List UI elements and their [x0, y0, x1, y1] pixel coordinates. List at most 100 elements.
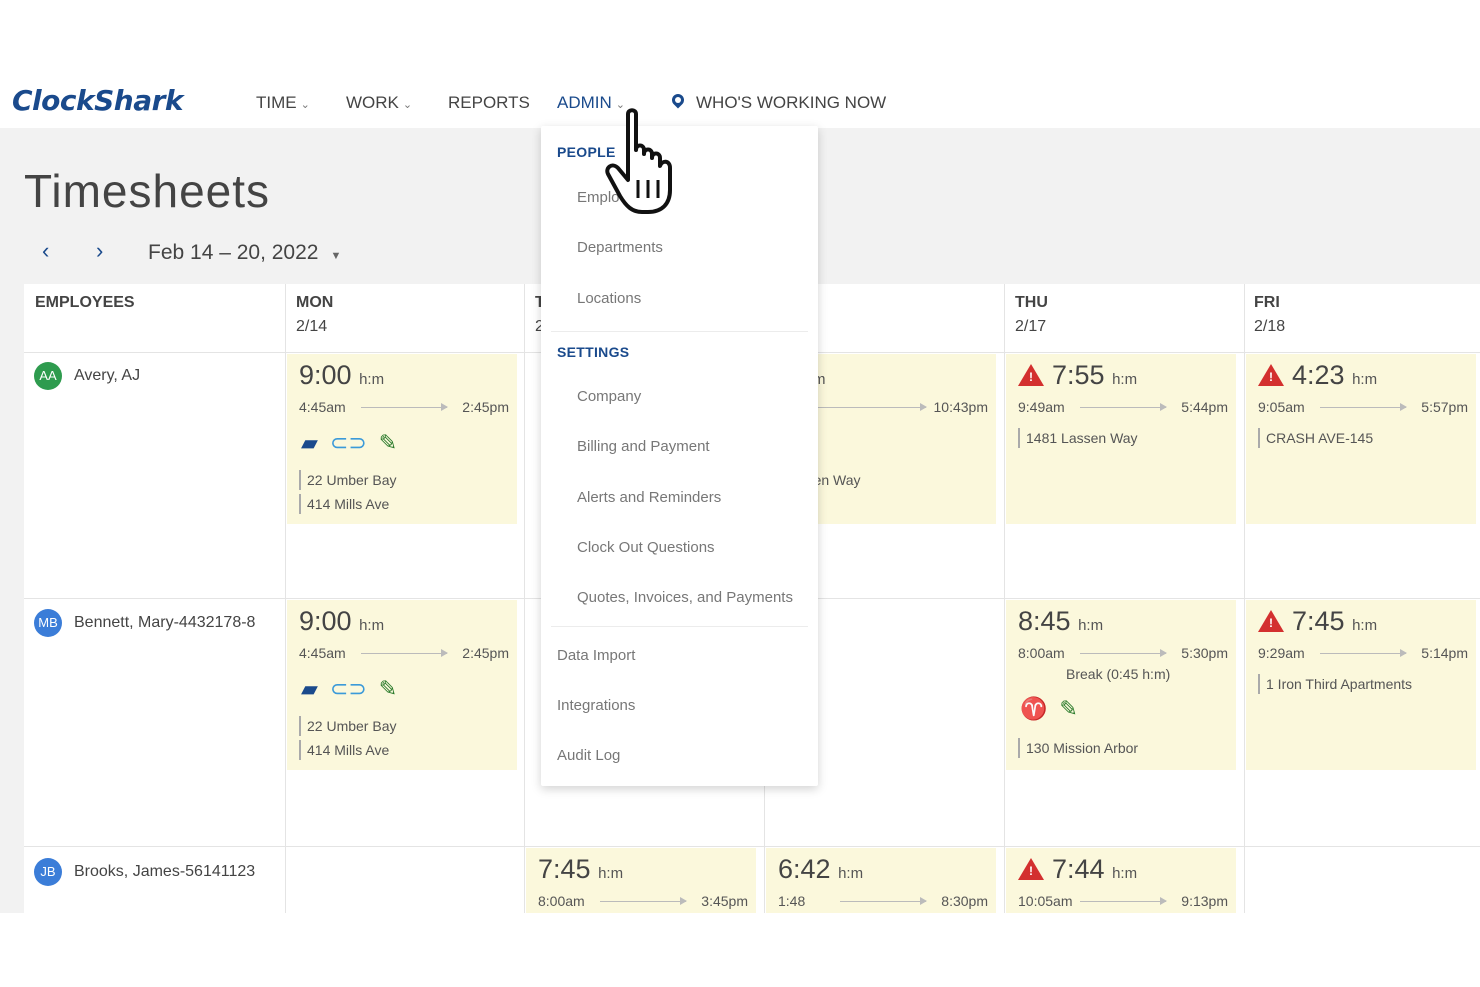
pencil-icon[interactable]: ✎	[1059, 696, 1077, 721]
hours-total: 7:55 h:m	[1018, 360, 1137, 391]
hours-total: 9:00 h:m	[299, 360, 384, 391]
chat-icon[interactable]: ▰	[301, 676, 318, 701]
hours-total: 7:45 h:m	[538, 854, 623, 885]
page-footer-blank	[0, 913, 1480, 987]
timesheet-card[interactable]: 7:45 h:m 8:00am 3:45pm	[526, 848, 756, 913]
warning-icon[interactable]	[1018, 364, 1044, 386]
clock-out-time: 8:30pm	[941, 893, 988, 909]
hours-value: 7:55	[1052, 360, 1105, 390]
clock-in-time: 10:05am	[1018, 893, 1073, 909]
clock-in-time: 4:45am	[299, 399, 346, 415]
hours-unit: h:m	[1078, 617, 1104, 634]
card-icons: ▰ ⊂⊃ ✎	[301, 676, 409, 702]
hours-unit: h:m	[1112, 865, 1138, 882]
hours-unit: h:m	[1112, 371, 1138, 388]
menu-item-departments[interactable]: Departments	[577, 239, 663, 256]
employee-name: Bennett, Mary-4432178-8	[74, 614, 256, 631]
hours-value: 9:00	[299, 606, 352, 636]
timesheet-card[interactable]: 6:42 h:m 1:48 8:30pm	[766, 848, 996, 913]
column-label: EMPLOYEES	[35, 294, 135, 311]
clock-out-time: 5:44pm	[1181, 399, 1228, 415]
column-header-thu: THU 2/17	[1015, 294, 1048, 336]
arrow-right-icon	[600, 897, 687, 905]
warning-icon[interactable]	[1018, 858, 1044, 880]
avatar: MB	[34, 609, 62, 637]
hours-unit: h:m	[598, 865, 624, 882]
arrow-right-icon	[1080, 897, 1167, 905]
menu-section-settings: SETTINGS	[557, 344, 630, 360]
column-date: 2/14	[296, 318, 328, 335]
column-header-mon: MON 2/14	[296, 294, 333, 336]
location-label: 414 Mills Ave	[299, 494, 389, 514]
date-range-picker[interactable]: Feb 14 – 20, 2022 ▼	[148, 241, 341, 265]
menu-item-company[interactable]: Company	[577, 388, 641, 405]
timesheet-card[interactable]: 4:23 h:m 9:05am 5:57pm CRASH AVE-145	[1246, 354, 1476, 524]
hours-value: 8:45	[1018, 606, 1071, 636]
timesheet-card[interactable]: 7:45 h:m 9:29am 5:14pm 1 Iron Third Apart…	[1246, 600, 1476, 770]
clock-out-time: 10:43pm	[933, 399, 988, 415]
hours-total: 8:45 h:m	[1018, 606, 1103, 637]
warning-icon[interactable]	[1258, 610, 1284, 632]
admin-dropdown-menu: PEOPLE Emplo Departments Locations SETTI…	[541, 126, 818, 786]
prev-week-icon[interactable]: ‹	[42, 238, 49, 264]
attachment-icon[interactable]: ⊂⊃	[330, 676, 367, 701]
hours-unit: h:m	[838, 865, 864, 882]
clockshark-logo[interactable]: ClockShark	[12, 84, 184, 117]
avatar: AA	[34, 362, 62, 390]
column-header-employees: EMPLOYEES	[35, 294, 135, 312]
clock-in-time: 9:05am	[1258, 399, 1305, 415]
column-label: FRI	[1254, 294, 1280, 311]
menu-item-data-import[interactable]: Data Import	[557, 647, 635, 664]
attachment-icon[interactable]: ⊂⊃	[330, 430, 367, 455]
menu-item-audit-log[interactable]: Audit Log	[557, 747, 620, 764]
chat-icon[interactable]: ▰	[301, 430, 318, 455]
next-week-icon[interactable]: ›	[96, 238, 103, 264]
menu-item-billing[interactable]: Billing and Payment	[577, 438, 710, 455]
arrow-right-icon	[1320, 403, 1407, 411]
clock-in-time: 9:49am	[1018, 399, 1065, 415]
chevron-down-icon: ⌄	[402, 99, 413, 111]
clock-in-time: 1:48	[778, 893, 806, 909]
caret-down-icon: ▼	[330, 250, 342, 262]
warning-icon[interactable]	[1258, 364, 1284, 386]
arrow-right-icon	[818, 403, 927, 411]
nav-reports[interactable]: REPORTS	[448, 93, 530, 113]
hours-value: 7:45	[538, 854, 591, 884]
timesheet-card[interactable]: 9:00 h:m 4:45am 2:45pm ▰ ⊂⊃ ✎ 22 Umber Bay …	[287, 600, 517, 770]
menu-item-quotes-invoices[interactable]: Quotes, Invoices, and Payments	[577, 589, 793, 606]
arrow-right-icon	[840, 897, 927, 905]
page-title: Timesheets	[24, 165, 271, 217]
menu-item-alerts[interactable]: Alerts and Reminders	[577, 489, 721, 506]
hours-value: 9:00	[299, 360, 352, 390]
card-icons: ▰ ⊂⊃ ✎	[301, 430, 409, 456]
arrow-right-icon	[1080, 649, 1167, 657]
menu-item-integrations[interactable]: Integrations	[557, 697, 635, 714]
column-label: THU	[1015, 294, 1048, 311]
nav-time[interactable]: TIME ⌄	[256, 93, 310, 113]
clock-out-time: 5:30pm	[1181, 645, 1228, 661]
clock-out-time: 5:14pm	[1421, 645, 1468, 661]
nav-work[interactable]: WORK ⌄	[346, 93, 412, 113]
pencil-icon[interactable]: ✎	[379, 430, 397, 455]
timesheet-card[interactable]: 7:55 h:m 9:49am 5:44pm 1481 Lassen Way	[1006, 354, 1236, 524]
clock-in-time: 4:45am	[299, 645, 346, 661]
arrow-right-icon	[1080, 403, 1167, 411]
timesheet-card[interactable]: 8:45 h:m 8:00am 5:30pm Break (0:45 h:m) ♈…	[1006, 600, 1236, 770]
pencil-icon[interactable]: ✎	[379, 676, 397, 701]
meal-break-icon[interactable]: ♈	[1020, 696, 1047, 721]
column-date: 2/17	[1015, 318, 1047, 335]
menu-item-locations[interactable]: Locations	[577, 290, 641, 307]
clock-out-time: 2:45pm	[462, 645, 509, 661]
hand-pointer-cursor-icon	[605, 108, 672, 214]
nav-whos-working-now[interactable]: WHO'S WORKING NOW	[669, 91, 887, 113]
location-label: 22 Umber Bay	[299, 716, 396, 736]
timesheet-card[interactable]: 7:44 h:m 10:05am 9:13pm	[1006, 848, 1236, 913]
menu-item-clock-out-questions[interactable]: Clock Out Questions	[577, 539, 715, 556]
column-header-fri: FRI 2/18	[1254, 294, 1285, 336]
arrow-right-icon	[361, 403, 448, 411]
avatar: JB	[34, 858, 62, 886]
location-pin-icon	[669, 91, 687, 109]
nav-whos-working-label: WHO'S WORKING NOW	[696, 93, 887, 112]
hours-value: 7:44	[1052, 854, 1105, 884]
timesheet-card[interactable]: 9:00 h:m 4:45am 2:45pm ▰ ⊂⊃ ✎ 22 Umber Bay …	[287, 354, 517, 524]
